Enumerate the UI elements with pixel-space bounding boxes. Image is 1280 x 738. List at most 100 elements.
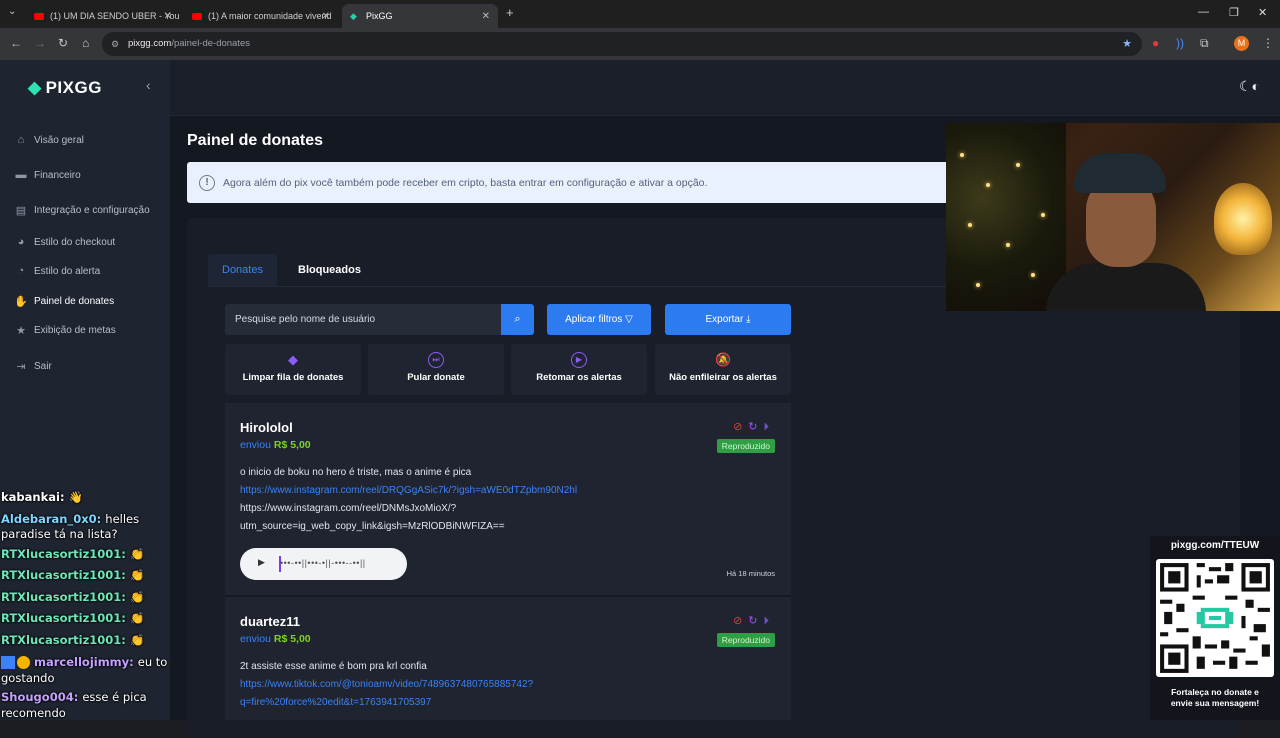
chat-line: recomendo [1, 706, 66, 720]
sidebar-item-label: Integração e configuração [34, 205, 150, 216]
bookmark-star-icon[interactable]: ★ [1122, 32, 1132, 56]
forward-icon[interactable]: → [34, 36, 46, 50]
chat-line: marcellojimmy: eu to [1, 655, 167, 669]
donation-link[interactable]: https://www.tiktok.com/@tonioamv/video/7… [240, 676, 533, 694]
sidebar-item-estilo-alerta[interactable]: ◔ Estilo do alerta [14, 265, 100, 277]
home-icon[interactable]: ⌂ [82, 36, 89, 50]
close-icon[interactable]: ✕ [482, 11, 490, 22]
filter-label: Aplicar filtros [565, 314, 623, 325]
reload-icon[interactable]: ↻ [58, 36, 68, 50]
chat-line: RTXlucasortiz1001: 👏 [1, 568, 144, 582]
chat-user: marcellojimmy: [34, 655, 134, 669]
christmas-tree [946, 123, 1066, 311]
tab-donates[interactable]: Donates [208, 254, 277, 286]
donation-message: 2t assiste esse anime é bom pra krl conf… [240, 661, 427, 672]
extension-icon[interactable]: )) [1176, 36, 1184, 50]
replay-icon[interactable]: ↻ [748, 615, 757, 627]
restore-icon[interactable]: ❐ [1229, 6, 1239, 19]
page-title: Painel de donates [187, 132, 324, 149]
chat-text: 👏 [129, 568, 145, 582]
donation-link[interactable]: q=fire%20force%20edit&t=1763941705397 [240, 694, 431, 712]
new-tab-icon[interactable]: + [506, 5, 514, 20]
theme-toggle-icon[interactable]: ☾◐ [1239, 78, 1260, 95]
chat-text: esse é pica [82, 690, 147, 704]
browser-tab-2[interactable]: (1) A maior comunidade vivend ✕ [184, 4, 338, 28]
sidebar-item-label: Financeiro [34, 169, 81, 181]
browser-tab-3[interactable]: ◆ PixGG ✕ [342, 4, 498, 28]
tree-light [976, 283, 980, 287]
sidebar-item-integracao[interactable]: ▤ Integração e configuração [14, 204, 150, 217]
action-label: Limpar fila de donates [242, 372, 344, 383]
export-button[interactable]: Exportar ⤓ [665, 304, 791, 335]
back-icon[interactable]: ← [10, 36, 22, 50]
chat-line: Shougo004: esse é pica [1, 690, 147, 704]
info-text: Agora além do pix você também pode receb… [223, 176, 708, 189]
tree-light [986, 183, 990, 187]
skip-icon[interactable]: ⏵ [764, 615, 770, 627]
pixgg-logo-icon: ◆ [28, 78, 42, 97]
collapse-sidebar-icon[interactable]: ‹ [146, 77, 151, 93]
sidebar-item-estilo-checkout[interactable]: ◕ Estilo do checkout [14, 236, 116, 248]
block-icon[interactable]: ⊘ [733, 421, 742, 433]
sidebar-item-financeiro[interactable]: ▬ Financeiro [14, 169, 81, 181]
play-icon[interactable]: ▶ [258, 557, 265, 568]
minimize-icon[interactable]: — [1198, 6, 1209, 18]
waveform[interactable]: •••-••||•••-•||-•••--••|| [280, 558, 395, 570]
resume-alerts-button[interactable]: ▶ Retomar os alertas [511, 344, 647, 395]
info-banner: ! Agora além do pix você também pode rec… [187, 162, 963, 203]
palette-icon: ◕ [17, 236, 25, 248]
donation-amount-line: enviou R$ 5,00 [240, 439, 311, 451]
sidebar-item-sair[interactable]: ⇥ Sair [14, 360, 51, 373]
profile-avatar[interactable]: M [1234, 36, 1249, 51]
chat-user: RTXlucasortiz1001: [1, 590, 126, 604]
sidebar-item-label: Estilo do alerta [34, 265, 101, 277]
tab-title: PixGG [366, 11, 393, 21]
chat-line: gostando [1, 671, 55, 685]
apply-filters-button[interactable]: Aplicar filtros ▽ [547, 304, 651, 335]
sidebar-item-label: Painel de donates [34, 296, 115, 307]
tab-search-icon[interactable]: ⌄ [8, 6, 16, 17]
eraser-icon: ◆ [288, 352, 298, 367]
donation-message: o inicio de boku no hero é triste, mas o… [240, 467, 472, 478]
skip-icon[interactable]: ⏵ [764, 421, 770, 433]
search-icon: ⌕ [514, 313, 521, 325]
chat-line: RTXlucasortiz1001: 👏 [1, 547, 144, 561]
chat-user: RTXlucasortiz1001: [1, 547, 126, 561]
palette-icon: ◔ [17, 265, 25, 277]
sent-label: enviou [240, 439, 271, 451]
donation-link[interactable]: https://www.instagram.com/reel/DRQGgASic… [240, 482, 577, 500]
sidebar-item-painel-donates[interactable]: ✋ Painel de donates [14, 295, 114, 308]
donation-amount: R$ 5,00 [273, 633, 311, 645]
close-icon[interactable]: ✕ [164, 11, 172, 22]
more-menu-icon[interactable]: ⋮ [1262, 36, 1274, 50]
chat-line: RTXlucasortiz1001: 👏 [1, 611, 144, 625]
donation-actions: ⊘ ↻ ⏵ [733, 614, 769, 628]
audio-player[interactable]: ▶ •••-••||•••-•||-•••--••|| [240, 548, 407, 580]
extension-icon[interactable]: ● [1152, 36, 1159, 50]
replay-icon[interactable]: ↻ [748, 421, 757, 433]
block-icon[interactable]: ⊘ [733, 615, 742, 627]
sidebar-item-exibicao-metas[interactable]: ★ Exibição de metas [14, 324, 116, 337]
skip-donate-button[interactable]: ⏭ Pular donate [368, 344, 504, 395]
logo[interactable]: ◆ PIXGG [28, 78, 102, 98]
chat-user: Aldebaran_0x0: [1, 512, 102, 526]
clear-queue-button[interactable]: ◆ Limpar fila de donates [225, 344, 361, 395]
extensions-puzzle-icon[interactable]: ⧉ [1200, 36, 1209, 51]
window-close-icon[interactable]: ✕ [1258, 6, 1267, 19]
qr-caption: Fortaleça no donate e envie sua mensagem… [1150, 687, 1280, 709]
search-input[interactable]: Pesquise pelo nome de usuário [225, 304, 502, 335]
search-button[interactable]: ⌕ [501, 304, 534, 335]
site-info-icon[interactable]: ⚙ [111, 32, 119, 56]
browser-tab-1[interactable]: (1) UM DIA SENDO UBER - You ✕ [26, 4, 180, 28]
address-bar[interactable]: ⚙ pixgg.com/painel-de-donates ★ [102, 32, 1142, 56]
dont-queue-alerts-button[interactable]: 🔕 Não enfileirar os alertas [655, 344, 791, 395]
chat-text: eu to [137, 655, 168, 669]
chat-text: 👏 [129, 633, 145, 647]
badge-icon [1, 656, 15, 669]
tab-title: (1) UM DIA SENDO UBER - You [50, 11, 180, 21]
tree-light [1031, 273, 1035, 277]
close-icon[interactable]: ✕ [322, 11, 330, 22]
sidebar-item-visao-geral[interactable]: ⌂ Visão geral [14, 134, 84, 146]
tab-bloqueados[interactable]: Bloqueados [284, 254, 375, 286]
chat-text: recomendo [1, 706, 66, 720]
